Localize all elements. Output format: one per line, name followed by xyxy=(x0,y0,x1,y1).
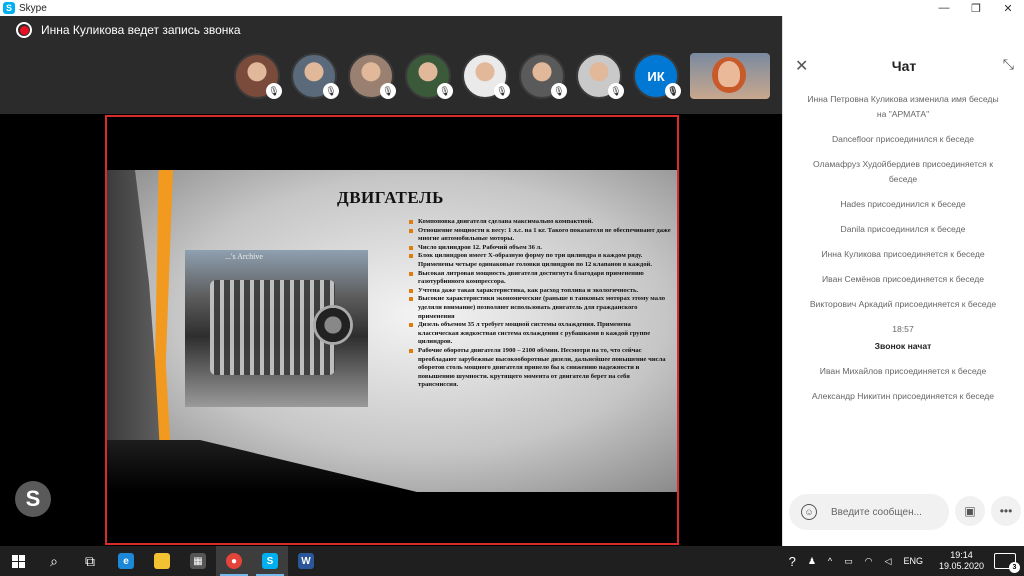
notification-count: 3 xyxy=(1009,562,1020,573)
participant-avatar[interactable]: 🎙 xyxy=(234,53,282,99)
participant-avatar-initials[interactable]: ИК 🎙 xyxy=(633,53,681,99)
participant-avatar[interactable]: 🎙 xyxy=(291,53,339,99)
help-icon[interactable]: ? xyxy=(789,554,796,569)
chat-title: Чат xyxy=(891,58,917,74)
volume-icon[interactable]: ◁ xyxy=(885,556,892,567)
expand-icon[interactable]: ⤡ xyxy=(1003,56,1014,73)
muted-mic-icon: 🎙 xyxy=(437,83,453,99)
chat-system-message: Александр Никитин присоединяется к бесед… xyxy=(811,391,995,401)
skype-app-icon: S xyxy=(3,2,15,14)
chat-timestamp: 18:57 xyxy=(892,324,914,334)
slide-bullets: Компоновка двигателя сделана максимально… xyxy=(409,218,671,390)
close-button[interactable]: ✕ xyxy=(992,0,1024,16)
restore-button[interactable]: ❐ xyxy=(960,0,992,16)
minimize-button[interactable]: — xyxy=(928,0,960,16)
image-caption: ...'s Archive xyxy=(225,252,263,261)
people-icon[interactable]: ♟ xyxy=(808,556,816,567)
taskbar: ⌕ ⧉ e ▦ ● S W ? ♟ ^ ▭ ◠ ◁ ENG 19:14 19.0… xyxy=(0,546,1024,576)
edge-icon[interactable]: e xyxy=(108,546,144,576)
slide-decoration-bottom xyxy=(107,440,417,492)
slide-bullet: Рабочие обороты двигателя 1900 – 2100 об… xyxy=(409,347,671,390)
participant-avatar[interactable]: 🎙 xyxy=(405,53,453,99)
speaker-face xyxy=(718,61,740,87)
chat-system-message: Инна Куликова присоединяется к беседе xyxy=(821,249,985,259)
call-header: Инна Куликова ведет запись звонка 🎙 🎙 🎙 🎙 🎙 🎙… xyxy=(0,16,782,114)
more-options-button[interactable]: ••• xyxy=(991,496,1021,526)
wifi-icon[interactable]: ◠ xyxy=(865,556,873,567)
clock[interactable]: 19:14 19.05.2020 xyxy=(939,550,984,572)
engine-photo: ...'s Archive xyxy=(185,250,368,407)
recording-text: Инна Куликова ведет запись звонка xyxy=(41,23,241,37)
muted-mic-icon: 🎙 xyxy=(266,83,282,99)
slide-bullet: Компоновка двигателя сделана максимально… xyxy=(409,218,671,227)
system-tray: ? ♟ ^ ▭ ◠ ◁ ENG 19:14 19.05.2020 3 xyxy=(783,546,1024,576)
slide-bullet: Высокая литровая мощность двигателя дост… xyxy=(409,270,671,287)
notification-center-icon[interactable]: 3 xyxy=(994,553,1020,573)
participant-avatar[interactable]: 🎙 xyxy=(348,53,396,99)
chat-system-message: Оламафруз Худойбердиев присоединяется к … xyxy=(813,159,993,184)
message-input[interactable] xyxy=(831,506,943,518)
slide-bullet: Высокие характеристики экономические (ра… xyxy=(409,295,671,321)
title-bar: S Skype — ❐ ✕ xyxy=(0,0,1024,16)
slide-bullet: Блок цилиндров имеет Х-образную форму по… xyxy=(409,252,671,269)
chat-system-message: Hades присоединился к беседе xyxy=(840,199,966,209)
participant-avatar[interactable]: 🎙 xyxy=(462,53,510,99)
window-controls: — ❐ ✕ xyxy=(928,0,1024,16)
chat-system-message: Викторович Аркадий присоединяется к бесе… xyxy=(809,299,997,309)
network-icon[interactable]: ▭ xyxy=(844,556,853,567)
skype-taskbar-icon[interactable]: S xyxy=(252,546,288,576)
emoji-icon[interactable]: ☺ xyxy=(801,504,817,520)
muted-mic-icon: 🎙 xyxy=(551,83,567,99)
chat-panel: ✕ Чат ⤡ Инна Петровна Куликова изменила … xyxy=(782,16,1024,546)
task-view-icon[interactable]: ⧉ xyxy=(72,546,108,576)
slide-bullet: Число цилиндров 12. Рабочий объем 36 л. xyxy=(409,244,671,253)
participant-strip: 🎙 🎙 🎙 🎙 🎙 🎙 🎙 ИК 🎙 xyxy=(234,53,770,99)
slide-bullet: Учтена даже такая характеристика, как ра… xyxy=(409,287,671,296)
chat-system-message: Dancefloor присоединился к беседе xyxy=(831,134,975,144)
call-area: Инна Куликова ведет запись звонка 🎙 🎙 🎙 🎙 🎙 🎙… xyxy=(0,16,782,546)
search-icon[interactable]: ⌕ xyxy=(36,546,72,576)
screen-share[interactable]: ДВИГАТЕЛЬ ...'s Archive Компоновка двига… xyxy=(105,115,679,545)
muted-mic-icon: 🎙 xyxy=(323,83,339,99)
muted-mic-icon: 🎙 xyxy=(608,83,624,99)
chat-system-message: Danila присоединился к беседе xyxy=(840,224,966,234)
chat-feed: Инна Петровна Куликова изменила имя бесе… xyxy=(803,92,1003,414)
record-icon xyxy=(16,22,32,38)
chat-system-message: Иван Семёнов присоединяется к беседе xyxy=(821,274,985,284)
skype-watermark-icon: S xyxy=(15,481,51,517)
muted-mic-icon: 🎙 xyxy=(665,83,681,99)
start-button[interactable] xyxy=(0,546,36,576)
word-icon[interactable]: W xyxy=(288,546,324,576)
file-explorer-icon[interactable] xyxy=(144,546,180,576)
engine-pulley xyxy=(313,305,353,345)
media-gallery-button[interactable]: ▣ xyxy=(955,496,985,526)
chat-system-message: Иван Михайлов присоединяется к беседе xyxy=(819,366,987,376)
message-composer: ☺ xyxy=(789,494,949,530)
slide-title: ДВИГАТЕЛЬ xyxy=(337,188,444,207)
active-speaker-video[interactable] xyxy=(690,53,770,99)
window-title: Skype xyxy=(19,2,47,14)
slide-bullet: Отношение мощности к весу: 1 л.с. на 1 к… xyxy=(409,227,671,244)
call-started-label: Звонок начат xyxy=(874,341,932,351)
participant-avatar[interactable]: 🎙 xyxy=(519,53,567,99)
slide-bullet: Дизель объемом 35 л требует мощной систе… xyxy=(409,321,671,347)
chrome-icon[interactable]: ● xyxy=(216,546,252,576)
clock-date: 19.05.2020 xyxy=(938,561,984,571)
muted-mic-icon: 🎙 xyxy=(494,83,510,99)
chat-system-message: Инна Петровна Куликова изменила имя бесе… xyxy=(807,94,999,119)
tray-chevron-icon[interactable]: ^ xyxy=(828,556,832,566)
presentation-slide: ДВИГАТЕЛЬ ...'s Archive Компоновка двига… xyxy=(107,170,677,492)
muted-mic-icon: 🎙 xyxy=(380,83,396,99)
language-indicator[interactable]: ENG xyxy=(903,556,923,566)
participant-avatar[interactable]: 🎙 xyxy=(576,53,624,99)
avatar-initials: ИК xyxy=(647,68,665,84)
clock-time: 19:14 xyxy=(950,550,973,560)
calculator-icon[interactable]: ▦ xyxy=(180,546,216,576)
recording-indicator: Инна Куликова ведет запись звонка xyxy=(16,22,241,38)
